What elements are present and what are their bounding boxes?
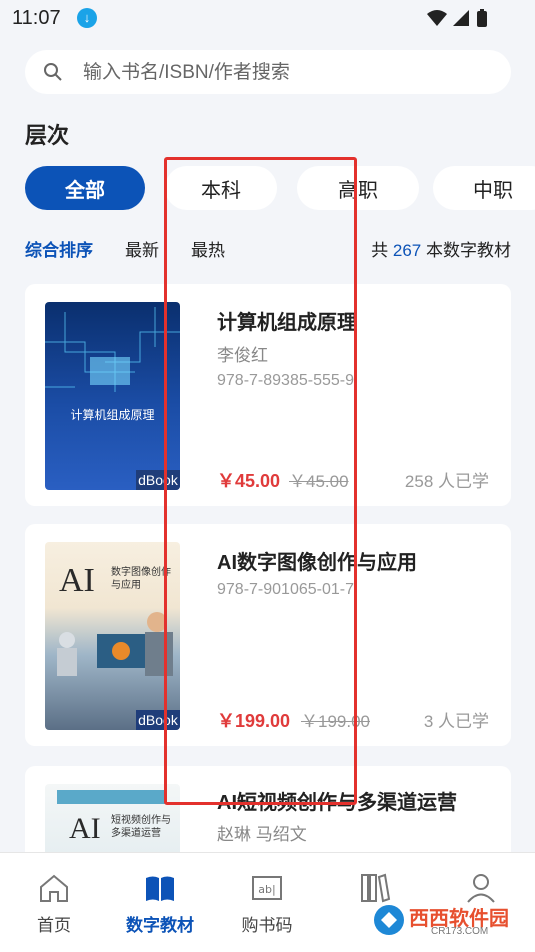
cover-prefix: AI bbox=[69, 812, 101, 845]
battery-icon bbox=[477, 11, 487, 27]
book-price: ￥199.00 bbox=[217, 711, 291, 731]
book-card[interactable]: 计算机组成原理 dBook 计算机组成原理 李俊红 978-7-89385-55… bbox=[25, 284, 511, 506]
book-card[interactable]: AI 数字图像创作与应用 dBook AI数字图像创作与应用 978-7-901… bbox=[25, 524, 511, 746]
chip-all[interactable]: 全部 bbox=[25, 166, 145, 210]
tab-book-code-label: 购书码 bbox=[241, 916, 293, 935]
book-count: 共 267 本数字教材 bbox=[371, 236, 511, 261]
tab-digital-textbook-label: 数字教材 bbox=[126, 916, 194, 935]
book-learners: 3 人已学 bbox=[423, 712, 489, 731]
book-original-price: ￥199.00 bbox=[301, 712, 370, 731]
tab-home[interactable]: 首页 bbox=[14, 871, 94, 936]
count-prefix: 共 bbox=[371, 241, 389, 260]
svg-text:ab|: ab| bbox=[258, 883, 275, 896]
book-original-price: ￥45.00 bbox=[289, 472, 349, 491]
book-price: ￥45.00 bbox=[217, 471, 281, 491]
tab-home-label: 首页 bbox=[37, 916, 71, 935]
status-bar: 11:07 ↓ bbox=[0, 0, 535, 36]
code-icon: ab| bbox=[252, 876, 282, 900]
book-isbn: 978-7-901065-01-7 bbox=[217, 581, 354, 598]
dbook-tag: dBook bbox=[136, 710, 180, 730]
dbook-tag: dBook bbox=[136, 470, 180, 490]
status-icons bbox=[427, 9, 487, 27]
count-number: 267 bbox=[392, 241, 422, 260]
book-card[interactable]: AI 短视频创作与多渠道运营 AI短视频创作与多渠道运营 赵琳 马绍文 bbox=[25, 766, 511, 866]
cover-illustration bbox=[57, 612, 173, 676]
chip-undergraduate[interactable]: 本科 bbox=[165, 166, 277, 210]
book-author: 李俊红 bbox=[217, 346, 268, 365]
sort-bar: 综合排序 最新 最热 共 267 本数字教材 bbox=[25, 232, 511, 262]
cover-title: 短视频创作与多渠道运营 bbox=[111, 815, 171, 839]
book-cover[interactable]: 计算机组成原理 dBook bbox=[45, 302, 180, 490]
chip-secondary-vocational[interactable]: 中职 bbox=[433, 166, 535, 210]
book-isbn: 978-7-89385-555-9 bbox=[217, 372, 354, 389]
tab-book-code[interactable]: ab| 购书码 bbox=[227, 871, 307, 936]
book-title[interactable]: AI数字图像创作与应用 bbox=[217, 546, 417, 575]
tab-digital-textbook[interactable]: 数字教材 bbox=[120, 871, 200, 936]
level-chips: 全部 本科 高职 中职 bbox=[25, 166, 535, 212]
count-suffix: 本数字教材 bbox=[426, 241, 511, 260]
level-title: 层次 bbox=[25, 123, 70, 148]
book-title[interactable]: AI短视频创作与多渠道运营 bbox=[217, 786, 457, 815]
book-learners: 258 人已学 bbox=[404, 472, 489, 491]
signal-icon bbox=[453, 10, 469, 26]
download-icon: ↓ bbox=[77, 8, 97, 28]
watermark-sub: CR173.COM bbox=[431, 926, 489, 937]
search-bar[interactable] bbox=[25, 50, 511, 96]
book-author: 赵琳 马绍文 bbox=[217, 825, 307, 844]
sort-newest[interactable]: 最新 bbox=[125, 236, 159, 261]
chip-vocational-college[interactable]: 高职 bbox=[297, 166, 419, 210]
book-title[interactable]: 计算机组成原理 bbox=[217, 306, 357, 335]
sort-hottest[interactable]: 最热 bbox=[191, 236, 225, 261]
book-cover[interactable]: AI 数字图像创作与应用 dBook bbox=[45, 542, 180, 730]
search-input[interactable] bbox=[81, 50, 485, 96]
status-time: 11:07 bbox=[12, 7, 61, 29]
book-icon bbox=[146, 876, 174, 901]
home-icon bbox=[40, 874, 68, 902]
circuit-art bbox=[45, 307, 180, 484]
watermark-logo: 西西软件园 CR173.COM bbox=[371, 900, 521, 940]
sort-comprehensive[interactable]: 综合排序 bbox=[25, 236, 93, 261]
search-icon bbox=[44, 63, 62, 81]
wifi-icon bbox=[427, 10, 447, 26]
cover-band bbox=[57, 790, 167, 804]
cover-title: 计算机组成原理 bbox=[70, 408, 155, 422]
